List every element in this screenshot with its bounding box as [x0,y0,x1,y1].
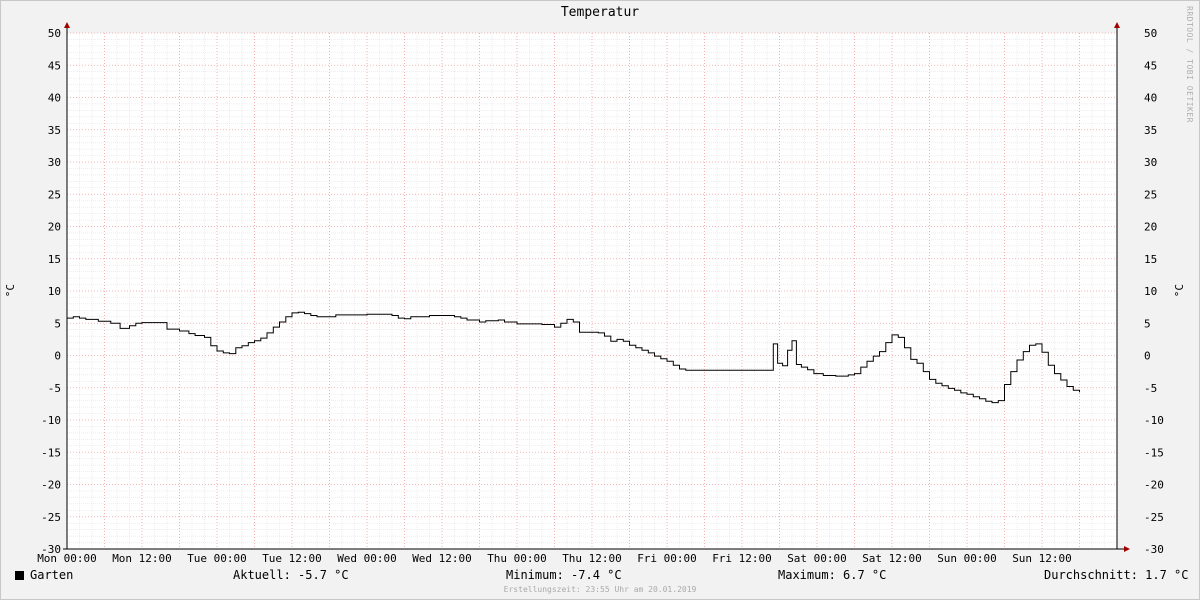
x-tick-label: Wed 00:00 [337,552,397,565]
y-tick-label-left: 10 [48,285,61,298]
y-tick-label-right: 50 [1144,27,1157,40]
y-tick-label-left: 40 [48,92,61,105]
legend-minimum: Minimum: -7.4 °C [506,568,622,582]
y-tick-label-left: 25 [48,188,61,201]
y-tick-label-left: 15 [48,253,61,266]
legend-average: Durchschnitt: 1.7 °C [1044,568,1189,582]
y-tick-label-left: 30 [48,156,61,169]
legend-swatch [15,571,24,580]
temperature-chart: 50 5045 4540 4035 3530 3025 2520 2015 1510 105 50 0… [37,22,1164,565]
y-tick-label-right: 25 [1144,188,1157,201]
y-tick-label-right: 20 [1144,221,1157,234]
y-tick-label-right: -5 [1144,382,1157,395]
x-tick-label: Mon 00:00 [37,552,97,565]
y-tick-label-right: -20 [1144,479,1164,492]
x-axis-arrow [1124,546,1130,552]
y-tick-label-left: 0 [54,350,61,363]
y-tick-label-left: -10 [41,414,61,427]
x-tick-label: Fri 00:00 [637,552,697,565]
x-tick-label: Sun 00:00 [937,552,997,565]
y-tick-label-left: -15 [41,446,61,459]
x-tick-label: Mon 12:00 [112,552,172,565]
y-tick-label-right: 35 [1144,124,1157,137]
y-tick-label-right: 10 [1144,285,1157,298]
x-tick-label: Wed 12:00 [412,552,472,565]
creation-time: Erstellungszeit: 23:55 Uhr am 20.01.2019 [503,585,697,594]
legend-series-label: Garten [30,568,74,582]
y-axis-arrow-left [64,22,70,28]
legend-series: Garten [15,568,73,582]
y-axis-label-left: °C [4,284,17,298]
y-tick-label-left: -25 [41,511,61,524]
y-axis-label-right: °C [1173,284,1186,298]
y-tick-label-left: 50 [48,27,61,40]
y-tick-label-left: 35 [48,124,61,137]
x-tick-label: Sun 12:00 [1012,552,1072,565]
y-tick-label-right: -30 [1144,543,1164,556]
x-tick-label: Thu 00:00 [487,552,547,565]
x-tick-label: Thu 12:00 [562,552,622,565]
y-tick-label-right: -15 [1144,446,1164,459]
y-tick-label-right: 0 [1144,350,1151,363]
y-tick-label-left: -20 [41,479,61,492]
legend-maximum: Maximum: 6.7 °C [778,568,887,582]
x-tick-label: Tue 00:00 [187,552,247,565]
y-tick-label-right: -25 [1144,511,1164,524]
y-tick-label-right: 30 [1144,156,1157,169]
y-axis-arrow-right [1114,22,1120,28]
y-tick-label-right: 5 [1144,317,1151,330]
x-tick-label: Tue 12:00 [262,552,322,565]
y-tick-label-left: -5 [48,382,61,395]
y-tick-label-left: 20 [48,221,61,234]
y-tick-label-right: 15 [1144,253,1157,266]
y-tick-label-right: 40 [1144,92,1157,105]
y-tick-label-right: -10 [1144,414,1164,427]
legend-current: Aktuell: -5.7 °C [233,568,349,582]
y-tick-label-right: 45 [1144,59,1157,72]
x-tick-label: Sat 00:00 [787,552,847,565]
x-tick-label: Fri 12:00 [712,552,772,565]
y-tick-label-left: 5 [54,317,61,330]
x-tick-label: Sat 12:00 [862,552,922,565]
y-tick-label-left: 45 [48,59,61,72]
